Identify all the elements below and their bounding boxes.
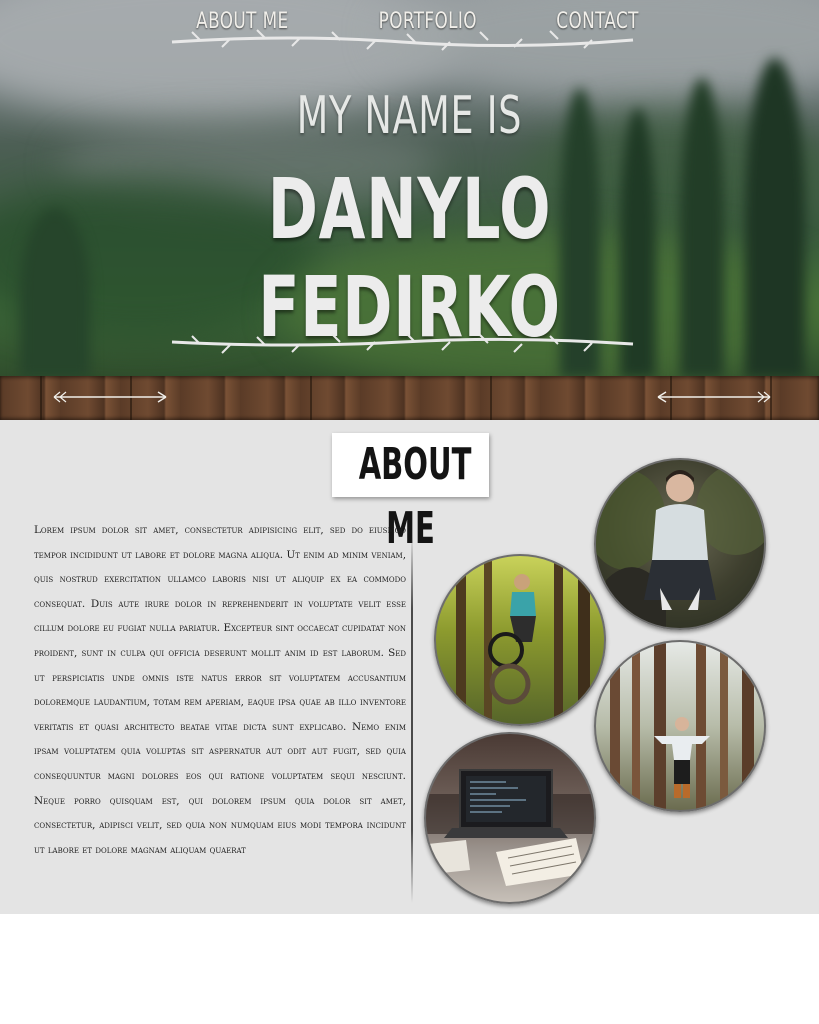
portrait-photo	[594, 458, 766, 630]
about-heading: ABOUT ME	[358, 439, 472, 554]
wood-plank-seam	[310, 376, 312, 420]
about-heading-box: ABOUT ME	[332, 433, 489, 554]
right-arrow-ornament-icon	[657, 391, 771, 403]
nav-about-me[interactable]: ABOUT ME	[196, 6, 288, 38]
about-paragraph: Lorem ipsum dolor sit amet, consectetur …	[34, 524, 406, 856]
tree-silhouette	[745, 58, 805, 378]
bottom-vine-ornament	[171, 333, 634, 354]
vertical-divider	[411, 535, 413, 903]
nav-portfolio[interactable]: PORTFOLIO	[379, 6, 477, 38]
hero-subtitle: MY NAME IS	[296, 86, 523, 146]
bike-jump-photo	[434, 554, 606, 726]
wood-plank-seam	[490, 376, 492, 420]
hero-name-title: DANYLO FEDIRKO	[258, 160, 561, 356]
nav-contact[interactable]: CONTACT	[556, 6, 639, 38]
forest-standing-photo	[594, 640, 766, 812]
laptop-desk-photo	[424, 732, 596, 904]
wood-plank-seam	[40, 376, 42, 420]
tree-silhouette	[20, 208, 90, 378]
hero-banner: MY NAME IS DANYLO FEDIRKO	[0, 0, 819, 378]
left-arrow-ornament-icon	[53, 391, 167, 403]
